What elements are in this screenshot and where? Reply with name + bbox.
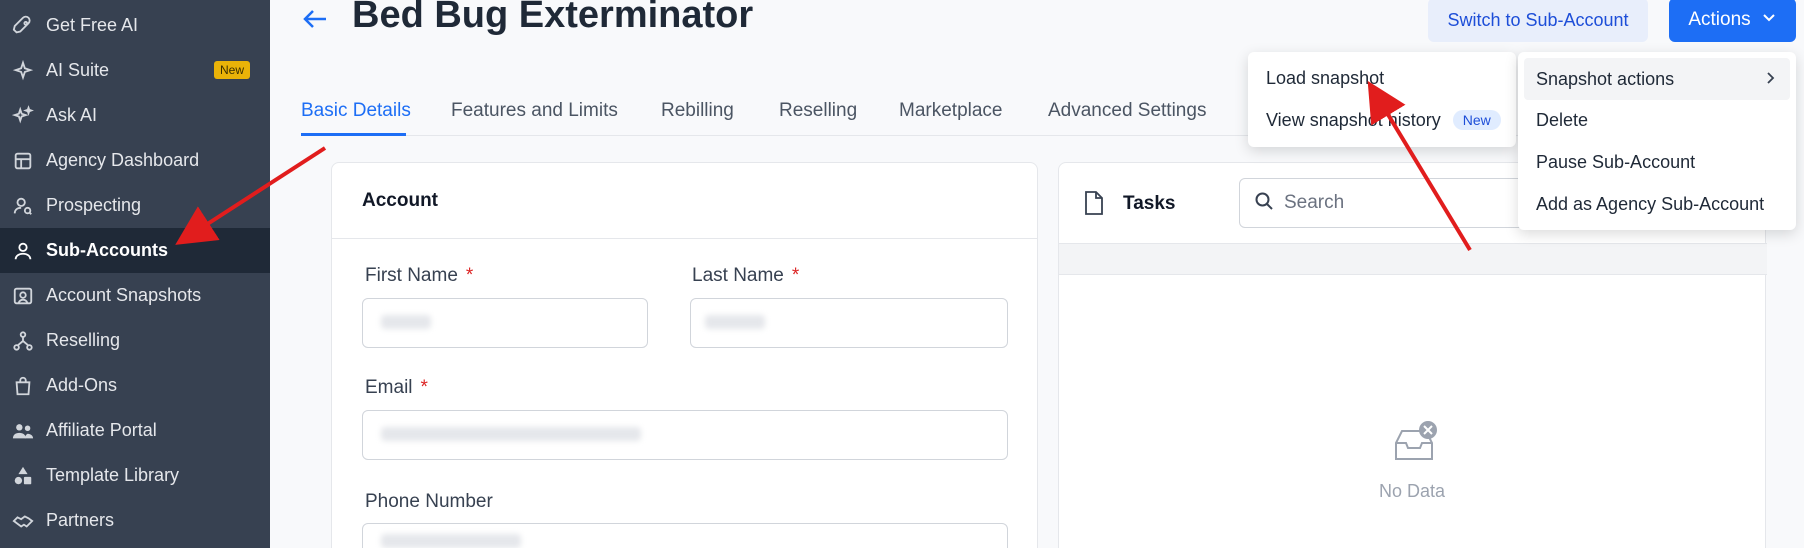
chevron-right-icon xyxy=(1762,70,1778,86)
load-snapshot-menu-item[interactable]: Load snapshot xyxy=(1248,58,1516,98)
pause-sub-account-menu-item[interactable]: Pause Sub-Account xyxy=(1518,142,1796,182)
sidebar-item-prospecting[interactable]: Prospecting xyxy=(0,183,270,228)
sidebar-item-agency-dashboard[interactable]: Agency Dashboard xyxy=(0,138,270,183)
sidebar-item-sub-accounts[interactable]: Sub-Accounts xyxy=(0,228,270,273)
search-placeholder: Search xyxy=(1284,192,1345,213)
account-card-title: Account xyxy=(332,163,1037,239)
tasks-search-input[interactable]: Search xyxy=(1239,178,1539,228)
last-name-field[interactable] xyxy=(690,298,1008,348)
snapshot-actions-submenu: Load snapshot View snapshot history New xyxy=(1248,52,1516,147)
add-as-agency-sub-account-menu-item[interactable]: Add as Agency Sub-Account xyxy=(1518,184,1796,224)
sidebar-item-partners[interactable]: Partners xyxy=(0,498,270,543)
sidebar-item-label: Agency Dashboard xyxy=(46,150,200,170)
sparkle-icon xyxy=(12,59,34,82)
sidebar: Get Free AI AI Suite New Ask AI Agency D… xyxy=(0,0,270,548)
phone-number-label: Phone Number xyxy=(365,491,493,512)
sidebar-item-ai-suite[interactable]: AI Suite New xyxy=(0,48,270,93)
sidebar-item-label: Partners xyxy=(46,510,115,530)
sidebar-item-label: Affiliate Portal xyxy=(46,420,157,440)
tab-rebilling[interactable]: Rebilling xyxy=(661,100,734,122)
view-snapshot-history-menu-item[interactable]: View snapshot history New xyxy=(1248,100,1516,140)
tasks-header-row xyxy=(1059,243,1767,275)
sidebar-item-affiliate-portal[interactable]: Affiliate Portal xyxy=(0,408,270,453)
first-name-field[interactable] xyxy=(362,298,648,348)
email-field[interactable] xyxy=(362,410,1008,460)
empty-inbox-icon xyxy=(1390,421,1438,469)
tab-features-and-limits[interactable]: Features and Limits xyxy=(451,100,618,122)
search-icon xyxy=(1254,191,1274,216)
tab-advanced-settings[interactable]: Advanced Settings xyxy=(1048,100,1206,122)
sidebar-item-label: Account Snapshots xyxy=(46,285,202,305)
new-badge: New xyxy=(1452,110,1501,130)
sidebar-item-label: Sub-Accounts xyxy=(46,240,169,260)
user-icon xyxy=(12,240,34,262)
page-title: Bed Bug Exterminator xyxy=(352,0,754,36)
account-card: Account First Name * Last Name * Email * Ph… xyxy=(331,162,1038,548)
sidebar-item-label: Add-Ons xyxy=(46,375,118,395)
active-tab-indicator xyxy=(301,133,406,136)
sidebar-item-label: Ask AI xyxy=(46,105,98,125)
bag-icon xyxy=(12,375,34,397)
new-badge: New xyxy=(213,61,250,79)
document-icon xyxy=(1083,191,1105,215)
rocket-icon xyxy=(12,15,34,37)
sidebar-item-label: Template Library xyxy=(46,465,180,485)
first-name-label: First Name * xyxy=(365,265,474,286)
last-name-label: Last Name * xyxy=(692,265,800,286)
snapshot-icon xyxy=(12,285,34,307)
handshake-icon xyxy=(12,510,34,532)
tab-marketplace[interactable]: Marketplace xyxy=(899,100,1003,122)
network-icon xyxy=(12,330,34,352)
sidebar-item-label: Reselling xyxy=(46,330,121,350)
back-arrow-icon[interactable] xyxy=(300,4,330,34)
chevron-down-icon xyxy=(1761,9,1777,31)
actions-label: Actions xyxy=(1688,9,1751,30)
person-search-icon xyxy=(12,195,34,217)
dashboard-icon xyxy=(12,150,34,172)
no-data-text: No Data xyxy=(1379,481,1446,501)
users-icon xyxy=(12,420,34,442)
phone-number-field[interactable] xyxy=(362,523,1008,548)
email-label: Email * xyxy=(365,377,428,398)
sidebar-item-get-free-ai[interactable]: Get Free AI xyxy=(0,3,270,48)
actions-dropdown: Snapshot actions Delete Pause Sub-Accoun… xyxy=(1518,52,1796,230)
tab-reselling[interactable]: Reselling xyxy=(779,100,857,122)
sidebar-item-label: Get Free AI xyxy=(46,15,139,35)
delete-menu-item[interactable]: Delete xyxy=(1518,100,1796,140)
sidebar-item-reselling[interactable]: Reselling xyxy=(0,318,270,363)
stars-icon xyxy=(12,104,34,127)
sidebar-item-template-library[interactable]: Template Library xyxy=(0,453,270,498)
sidebar-item-label: AI Suite xyxy=(46,60,110,80)
shapes-icon xyxy=(12,465,34,487)
tasks-title: Tasks xyxy=(1123,193,1176,214)
tab-basic-details[interactable]: Basic Details xyxy=(301,100,411,122)
sidebar-item-add-ons[interactable]: Add-Ons xyxy=(0,363,270,408)
switch-to-sub-account-button[interactable]: Switch to Sub-Account xyxy=(1428,0,1648,42)
sidebar-item-label: Prospecting xyxy=(46,195,142,215)
sidebar-item-account-snapshots[interactable]: Account Snapshots xyxy=(0,273,270,318)
actions-button[interactable]: Actions xyxy=(1669,0,1796,42)
sidebar-item-ask-ai[interactable]: Ask AI xyxy=(0,93,270,138)
snapshot-actions-menu-item[interactable]: Snapshot actions xyxy=(1524,58,1790,100)
